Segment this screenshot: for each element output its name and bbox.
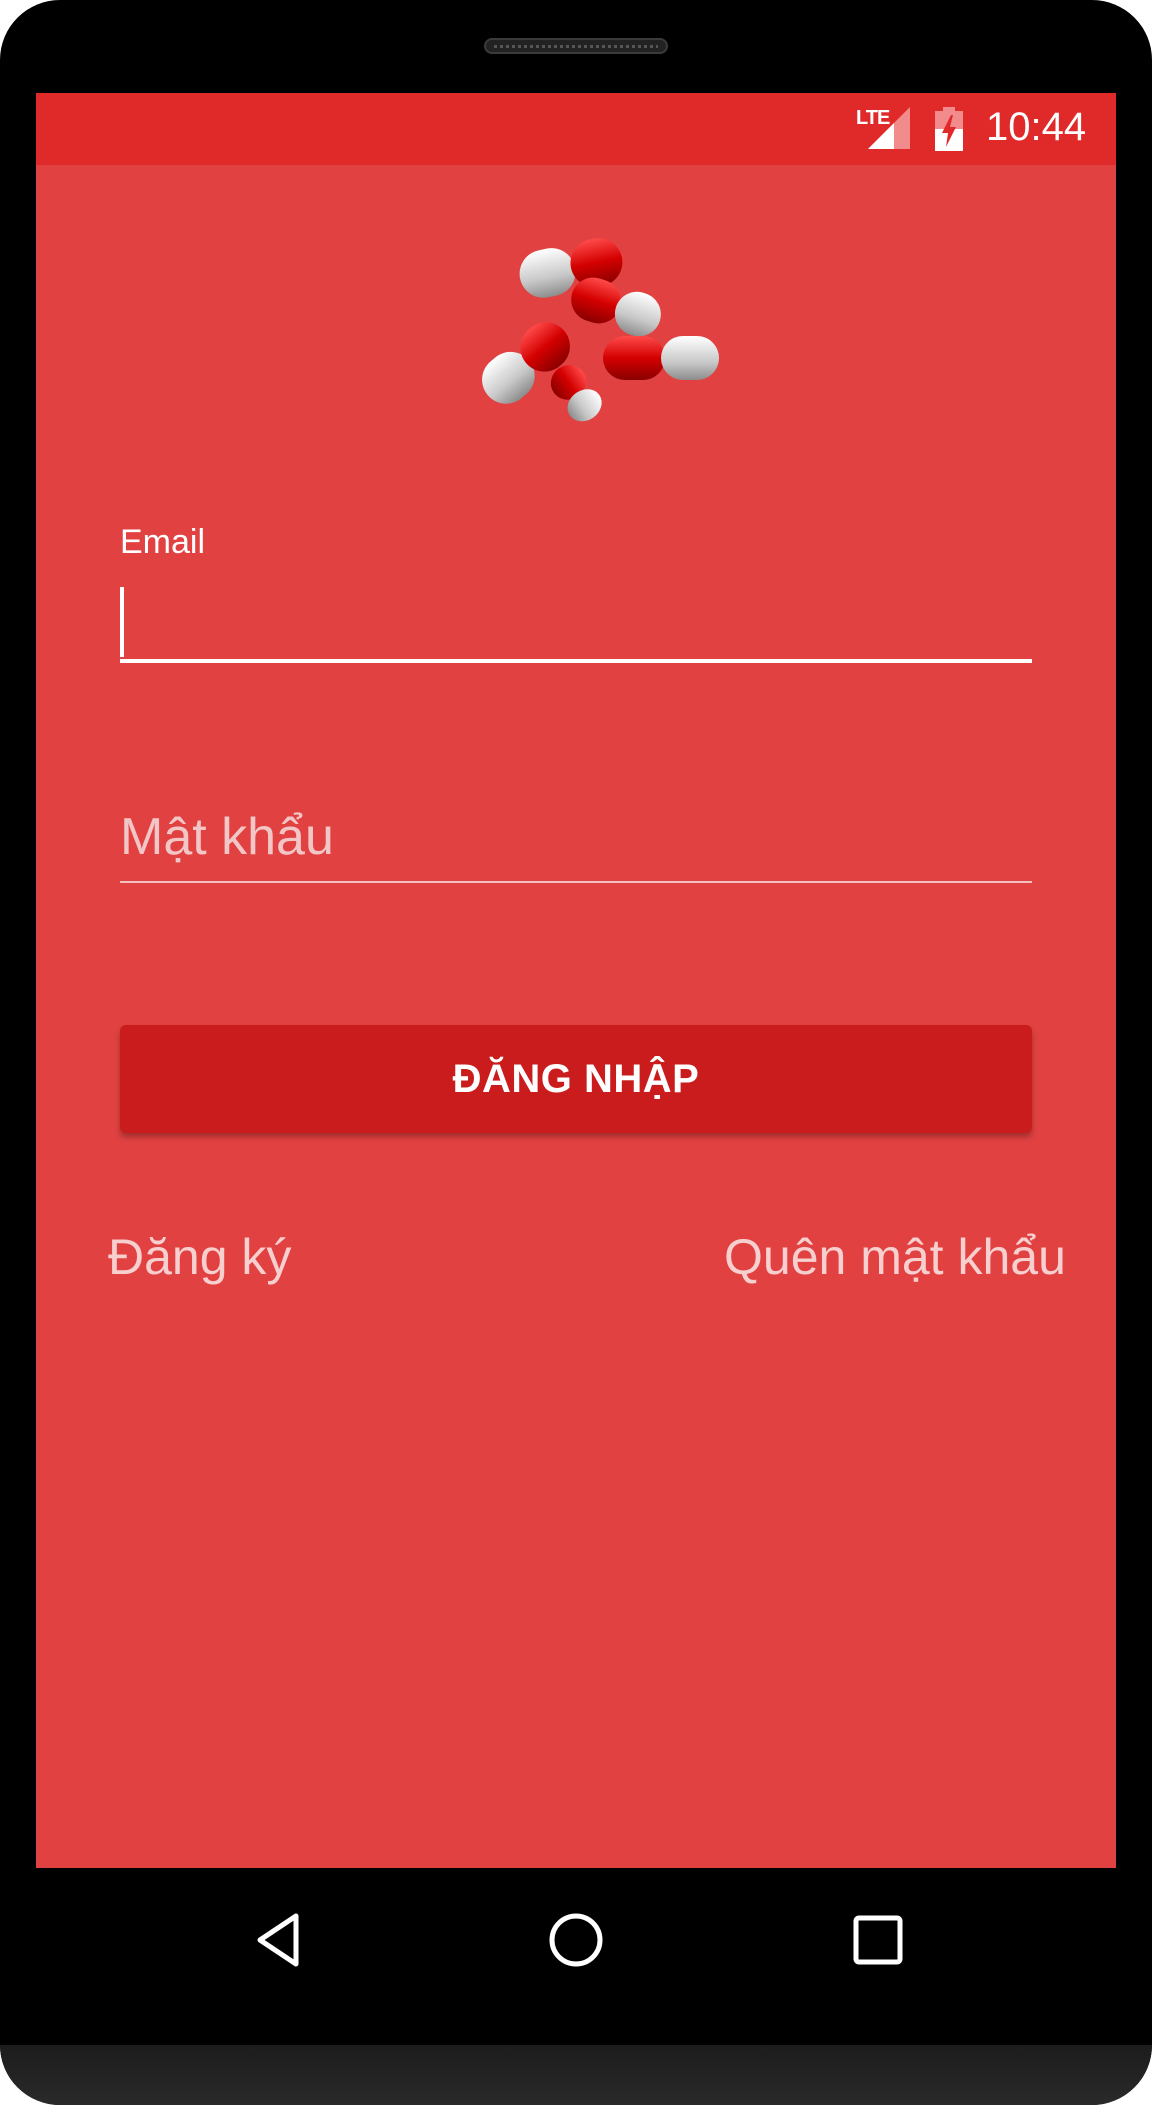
battery-charging-icon [935,107,963,151]
app-screen: LTE 10:44 Email ĐĂNG NHẬP Đăng ký Quên m… [36,93,1116,1868]
pills-icon [482,238,719,422]
status-bar: LTE 10:44 [36,93,1116,165]
password-field[interactable] [120,793,1032,883]
text-caret [120,587,124,657]
navigation-bar [36,1868,1116,2045]
email-field[interactable] [120,583,1032,663]
back-icon[interactable] [250,1910,310,1970]
email-label: Email [120,523,206,561]
register-link[interactable]: Đăng ký [108,1228,291,1286]
recent-apps-icon[interactable] [848,1910,908,1970]
status-time: 10:44 [986,105,1087,149]
network-type-label: LTE [856,107,890,129]
phone-bottom-bezel [0,2045,1152,2105]
login-button[interactable]: ĐĂNG NHẬP [120,1025,1032,1133]
home-icon[interactable] [546,1910,606,1970]
phone-frame: LTE 10:44 Email ĐĂNG NHẬP Đăng ký Quên m… [0,0,1152,2105]
forgot-password-link[interactable]: Quên mật khẩu [724,1228,1066,1286]
earpiece-speaker [484,38,668,54]
